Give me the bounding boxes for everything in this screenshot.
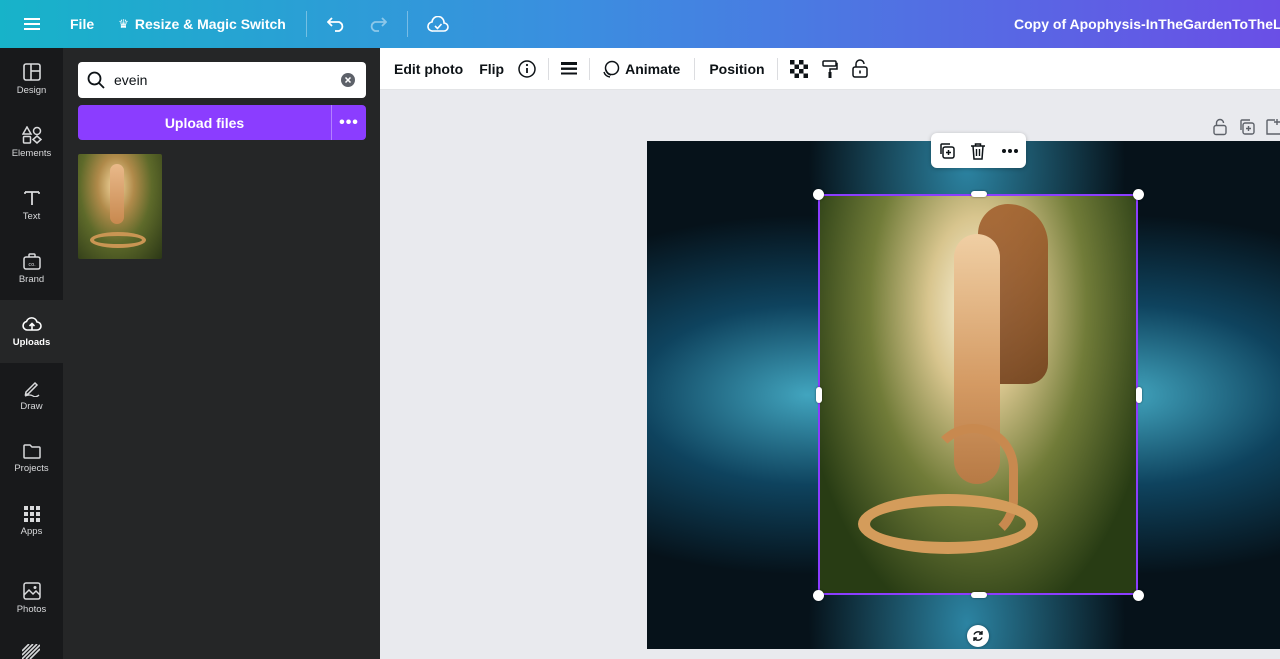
duplicate-icon[interactable] [938, 142, 956, 160]
upload-cloud-icon [21, 317, 42, 331]
more-options-icon[interactable] [1001, 148, 1019, 154]
search-input[interactable] [114, 72, 334, 88]
sidebar-item-brand[interactable]: co. Brand [0, 237, 63, 300]
photo-icon [22, 582, 41, 600]
rotate-icon [973, 631, 983, 641]
resize-magic-switch-button[interactable]: ♛ Resize & Magic Switch [108, 0, 296, 48]
sidebar-item-text[interactable]: Text [0, 174, 63, 237]
lock-page-icon[interactable] [1212, 118, 1228, 136]
flip-button[interactable]: Flip [479, 48, 504, 90]
sidebar-item-design[interactable]: Design [0, 48, 63, 111]
sidebar-item-label: Draw [20, 401, 43, 412]
document-title[interactable]: Copy of Apophysis-InTheGardenToTheLeftOf [1014, 0, 1280, 48]
upload-actions: Upload files ••• [78, 105, 366, 140]
uploads-panel: Upload files ••• [63, 48, 380, 659]
upload-files-button[interactable]: Upload files [78, 105, 331, 140]
sidebar-item-label: Elements [11, 148, 52, 159]
duplicate-page-icon[interactable] [1238, 118, 1256, 136]
topbar-divider [305, 11, 307, 37]
pen-icon [24, 381, 39, 397]
search-box[interactable] [78, 62, 366, 98]
left-sidebar: Design Elements Text co. Brand Uploads D… [0, 48, 63, 659]
copy-style-button[interactable] [821, 48, 838, 90]
menu-button[interactable] [8, 0, 56, 48]
search-icon [87, 71, 105, 89]
page-tools [1212, 118, 1280, 136]
sidebar-item-label: Projects [14, 463, 49, 474]
element-floating-toolbar [931, 133, 1026, 168]
resize-handle-right[interactable] [1136, 387, 1142, 403]
thumbnail-figure [110, 164, 124, 224]
context-toolbar: Edit photo Flip Animate Position [380, 48, 1280, 90]
redo-button[interactable] [357, 0, 397, 48]
toolbar-divider [589, 57, 591, 80]
lock-button[interactable] [851, 48, 868, 90]
sidebar-item-photos[interactable]: Photos [0, 567, 63, 630]
redo-icon [370, 17, 387, 32]
paint-roller-icon [821, 59, 838, 78]
resize-handle-top-left[interactable] [813, 189, 824, 200]
uploaded-image-thumbnail[interactable] [78, 154, 162, 259]
sidebar-item-uploads[interactable]: Uploads [0, 300, 63, 363]
sidebar-item-label: Design [16, 85, 47, 96]
edit-photo-button[interactable]: Edit photo [394, 48, 463, 90]
toolbar-divider [776, 57, 778, 80]
trash-icon[interactable] [970, 142, 986, 160]
undo-button[interactable] [317, 0, 357, 48]
toolbar-divider [694, 57, 696, 80]
sidebar-item-label: Uploads [12, 337, 51, 348]
toolbar-divider [548, 57, 550, 80]
hamburger-icon [24, 18, 40, 30]
save-status-button[interactable] [418, 0, 458, 48]
sidebar-item-label: Text [22, 211, 41, 222]
cloud-check-icon [427, 16, 449, 32]
animate-icon [603, 60, 620, 78]
sidebar-item-apps[interactable]: Apps [0, 490, 63, 553]
resize-handle-bottom-right[interactable] [1133, 590, 1144, 601]
brand-icon: co. [22, 253, 41, 270]
sidebar-item-draw[interactable]: Draw [0, 364, 63, 427]
resize-handle-top-right[interactable] [1133, 189, 1144, 200]
apps-grid-icon [23, 506, 40, 522]
top-bar: File ♛ Resize & Magic Switch Copy of Apo… [0, 0, 1280, 48]
text-icon [23, 191, 40, 205]
sidebar-item-label: Photos [16, 604, 47, 615]
transparency-button[interactable] [789, 48, 808, 90]
info-button[interactable] [518, 48, 536, 90]
canvas-area [380, 90, 1280, 659]
layout-icon [22, 63, 41, 81]
animate-label: Animate [625, 60, 681, 77]
resize-label: Resize & Magic Switch [134, 16, 286, 32]
clear-search-icon[interactable] [340, 72, 356, 88]
lock-icon [851, 59, 868, 78]
thumbnail-serpent [90, 232, 146, 248]
sidebar-item-label: Apps [20, 526, 43, 537]
file-menu-button[interactable]: File [56, 0, 108, 48]
background-pattern-icon[interactable] [21, 643, 41, 659]
shapes-icon [21, 126, 42, 144]
selection-frame [818, 194, 1138, 595]
sidebar-item-label: Brand [18, 274, 45, 285]
topbar-divider [406, 11, 408, 37]
info-icon [518, 59, 536, 78]
animate-button[interactable]: Animate [602, 48, 680, 90]
folder-icon [22, 444, 41, 459]
resize-handle-bottom[interactable] [971, 592, 987, 598]
resize-handle-left[interactable] [816, 387, 822, 403]
resize-handle-top[interactable] [971, 191, 987, 197]
transparency-icon [789, 59, 808, 78]
svg-text:co.: co. [28, 262, 36, 268]
sidebar-item-projects[interactable]: Projects [0, 427, 63, 490]
crown-icon: ♛ [118, 17, 129, 31]
border-style-icon [561, 61, 578, 74]
rotate-handle[interactable] [967, 625, 989, 647]
undo-icon [326, 17, 344, 32]
resize-handle-bottom-left[interactable] [813, 590, 824, 601]
border-style-button[interactable] [561, 48, 578, 90]
sidebar-item-elements[interactable]: Elements [0, 111, 63, 174]
position-button[interactable]: Position [709, 48, 764, 90]
upload-more-button[interactable]: ••• [331, 105, 366, 140]
add-page-icon[interactable] [1266, 118, 1280, 136]
